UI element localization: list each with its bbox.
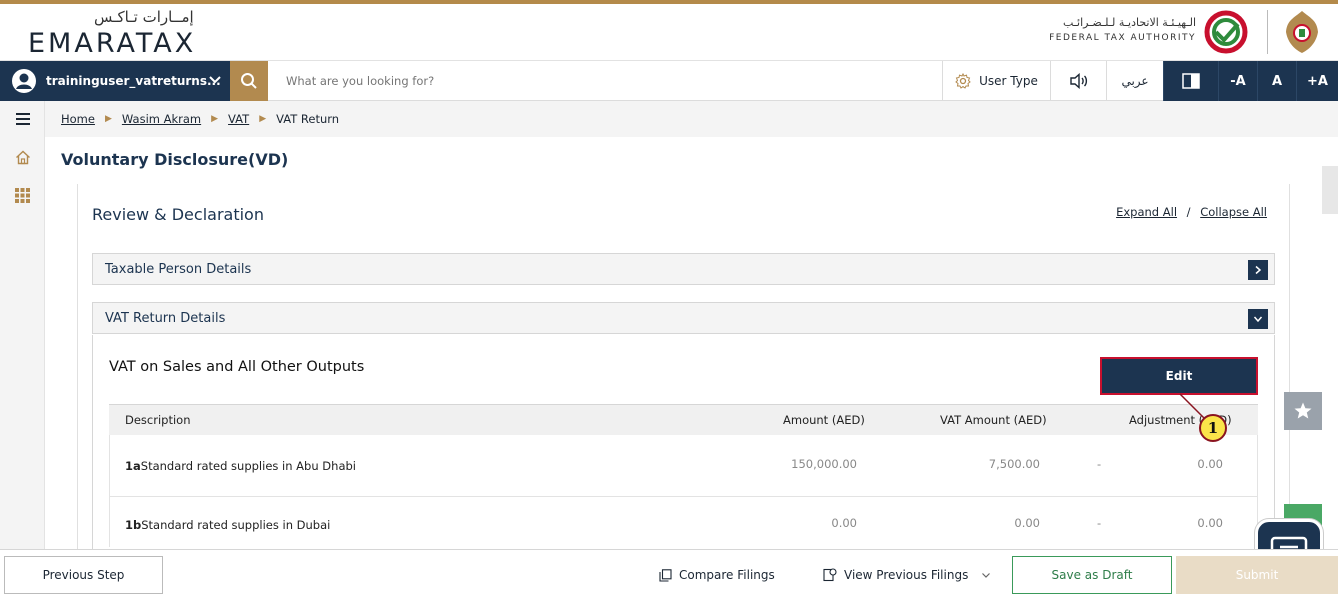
row-description: Standard rated supplies in Abu Dhabi: [140, 458, 356, 473]
search-input[interactable]: [272, 67, 872, 95]
breadcrumb: Home ▶ Wasim Akram ▶ VAT ▶ VAT Return: [45, 101, 1338, 137]
compare-filings-label: Compare Filings: [679, 568, 775, 582]
breadcrumb-home[interactable]: Home: [61, 112, 95, 126]
history-icon: [823, 568, 837, 582]
row-amount: 150,000.00: [791, 456, 857, 471]
page-title: Voluntary Disclosure(VD): [61, 150, 289, 169]
user-avatar-icon: [12, 69, 36, 93]
previous-step-button[interactable]: Previous Step: [4, 556, 163, 594]
row-description-cell: 1b Standard rated supplies in Dubai: [125, 503, 330, 547]
home-icon: [15, 150, 30, 164]
search-button[interactable]: [230, 61, 268, 101]
sidebar-item-apps[interactable]: [0, 177, 45, 213]
view-previous-filings-dropdown[interactable]: View Previous Filings: [823, 556, 992, 594]
collapse-all-link[interactable]: Collapse All: [1200, 205, 1267, 219]
gear-icon: [955, 73, 971, 89]
edit-button[interactable]: Edit: [1100, 357, 1258, 395]
row-adjustment: 0.00: [1197, 516, 1223, 530]
text-to-speech-button[interactable]: [1050, 61, 1106, 101]
link-separator: /: [1186, 205, 1191, 219]
save-as-draft-button[interactable]: Save as Draft: [1012, 556, 1172, 594]
breadcrumb-vat[interactable]: VAT: [228, 112, 249, 126]
font-increase-button[interactable]: +A: [1296, 61, 1338, 101]
user-type-button[interactable]: User Type: [942, 61, 1050, 101]
breadcrumb-taxpayer[interactable]: Wasim Akram: [122, 112, 201, 126]
fta-english-name: FEDERAL TAX AUTHORITY: [1049, 33, 1196, 43]
logo-arabic-text: إمــارات تـاكـس: [94, 8, 194, 26]
fta-arabic-name: الـهيـئـة الاتحاديـة لـلـضـرائـب: [1062, 16, 1196, 29]
row-vat-amount: 7,500.00: [988, 456, 1040, 471]
app-header: إمــارات تـاكـس EMARATAX الـهيـئـة الاتح…: [0, 4, 1338, 61]
user-menu[interactable]: traininguser_vatreturns...: [0, 61, 230, 101]
accordion-collapse-button[interactable]: [1248, 309, 1268, 329]
footer-bar: Previous Step Compare Filings View Previ…: [0, 549, 1338, 603]
font-decrease-button[interactable]: -A: [1218, 61, 1257, 101]
row-vat-amount: 0.00: [1014, 516, 1040, 530]
speaker-icon: [1069, 73, 1087, 89]
row-dash: -: [1097, 516, 1102, 530]
expand-collapse-links: Expand All / Collapse All: [1116, 205, 1267, 219]
search-icon: [241, 73, 257, 89]
contrast-icon: [1182, 73, 1200, 89]
submit-button[interactable]: Submit: [1176, 556, 1338, 594]
view-previous-filings-label: View Previous Filings: [844, 568, 969, 582]
accordion-taxable-person[interactable]: Taxable Person Details: [92, 253, 1275, 285]
compare-filings-link[interactable]: Compare Filings: [659, 556, 775, 594]
column-header-vat-amount: VAT Amount (AED): [940, 413, 1047, 427]
column-header-amount: Amount (AED): [783, 413, 865, 427]
scrollbar-thumb[interactable]: [1322, 166, 1338, 214]
chevron-down-icon: [982, 573, 991, 578]
accordion-label: VAT Return Details: [105, 310, 226, 326]
chevron-right-icon: [1255, 265, 1262, 275]
table-row: 1b Standard rated supplies in Dubai 0.00 …: [109, 497, 1258, 547]
language-toggle[interactable]: عربي: [1106, 61, 1163, 101]
chevron-down-icon: [1253, 316, 1263, 323]
row-code: 1b: [125, 518, 142, 532]
section-heading: Review & Declaration: [92, 205, 264, 224]
row-dash: -: [1097, 456, 1102, 471]
header-divider: [1267, 10, 1268, 54]
username-label: traininguser_vatreturns...: [46, 74, 221, 88]
uae-emblem-icon: [1286, 11, 1318, 53]
font-normal-button[interactable]: A: [1257, 61, 1296, 101]
vat-sales-title: VAT on Sales and All Other Outputs: [109, 359, 365, 375]
accordion-vat-return[interactable]: VAT Return Details: [92, 302, 1275, 334]
menu-toggle[interactable]: [0, 101, 45, 137]
sidebar-item-home[interactable]: [0, 139, 45, 175]
breadcrumb-current: VAT Return: [276, 112, 340, 126]
favorite-button[interactable]: [1284, 392, 1322, 430]
accordion-label: Taxable Person Details: [105, 261, 252, 277]
hamburger-icon: [15, 113, 30, 125]
row-description-cell: 1a Standard rated supplies in Abu Dhabi: [125, 435, 356, 496]
table-row: 1a Standard rated supplies in Abu Dhabi 1…: [109, 435, 1258, 497]
grid-icon: [15, 187, 30, 203]
row-code: 1a: [125, 458, 141, 473]
expand-all-link[interactable]: Expand All: [1116, 205, 1177, 219]
left-sidebar: [0, 101, 45, 549]
copy-icon: [659, 568, 672, 582]
star-icon: [1294, 402, 1312, 419]
breadcrumb-separator-icon: ▶: [104, 114, 112, 124]
breadcrumb-separator-icon: ▶: [259, 114, 267, 124]
column-header-description: Description: [125, 413, 191, 427]
contrast-toggle[interactable]: [1163, 61, 1218, 101]
emaratax-logo[interactable]: EMARATAX: [28, 28, 196, 59]
row-description: Standard rated supplies in Dubai: [141, 518, 331, 532]
user-type-label: User Type: [979, 74, 1038, 88]
main-navbar: traininguser_vatreturns... User Type عرب…: [0, 61, 1338, 101]
breadcrumb-separator-icon: ▶: [211, 114, 219, 124]
table-header: Description Amount (AED) VAT Amount (AED…: [109, 404, 1258, 435]
chevron-down-icon: [209, 76, 221, 84]
accordion-expand-button[interactable]: [1248, 260, 1268, 280]
row-amount: 0.00: [831, 516, 857, 530]
row-adjustment: 0.00: [1197, 456, 1223, 471]
fta-logo-icon: [1204, 10, 1248, 54]
callout-marker: 1: [1199, 414, 1227, 442]
